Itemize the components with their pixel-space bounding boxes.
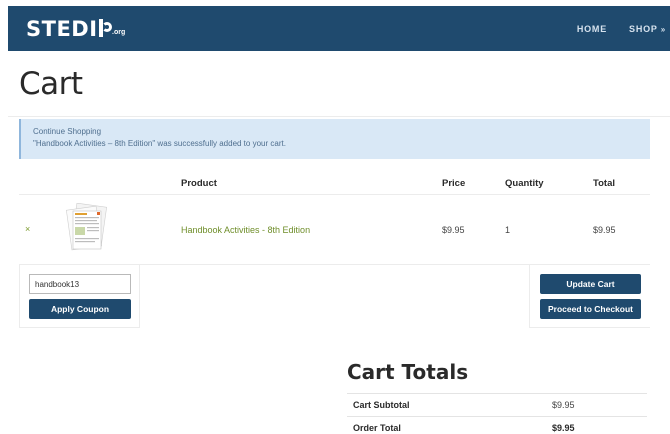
cart-subtotal-label: Cart Subtotal [353,400,410,410]
update-cart-button[interactable]: Update Cart [540,274,641,294]
product-link[interactable]: Handbook Activities - 8th Edition [181,225,310,235]
order-total-value: $9.95 [552,423,575,433]
nav-home[interactable]: HOME [577,24,607,34]
coupon-section: Apply Coupon [19,265,140,328]
title-divider [8,116,670,117]
book-thumbnail-icon[interactable] [63,203,109,253]
cart-totals-title: Cart Totals [347,360,469,384]
notice-message: "Handbook Activities – 8th Edition" was … [33,139,286,148]
remove-item-button[interactable]: × [25,224,30,234]
order-total-label: Order Total [353,423,401,433]
totals-divider [347,416,647,417]
totals-divider [347,393,647,394]
header-price: Price [442,178,466,189]
site-header: STEDI .org HOME SHOP» [8,6,670,51]
apply-coupon-button[interactable]: Apply Coupon [29,299,131,319]
nav-shop-label: SHOP [629,24,658,34]
nav-shop[interactable]: SHOP» [629,24,666,34]
header-total: Total [593,178,615,189]
cart-actions: Update Cart Proceed to Checkout [529,265,650,328]
proceed-to-checkout-button[interactable]: Proceed to Checkout [540,299,641,319]
quantity-value[interactable]: 1 [505,225,510,235]
header-quantity: Quantity [505,178,544,189]
product-price: $9.95 [442,225,465,235]
coupon-code-input[interactable] [29,274,131,294]
site-logo[interactable]: STEDI [26,17,113,43]
continue-shopping-link[interactable]: Continue Shopping [33,126,638,138]
header-product: Product [181,178,217,189]
cart-subtotal-value: $9.95 [552,400,575,410]
cart-notice: Continue Shopping "Handbook Activities –… [19,119,650,159]
chevron-down-icon: » [660,25,666,34]
page-title: Cart [19,66,83,102]
logo-text: STEDI [26,17,98,41]
logo-mark-icon [98,17,113,41]
table-header-divider [19,194,650,195]
logo-suffix: .org [112,29,126,36]
product-total: $9.95 [593,225,616,235]
main-nav: HOME SHOP» [577,24,666,34]
nav-home-label: HOME [576,24,608,34]
